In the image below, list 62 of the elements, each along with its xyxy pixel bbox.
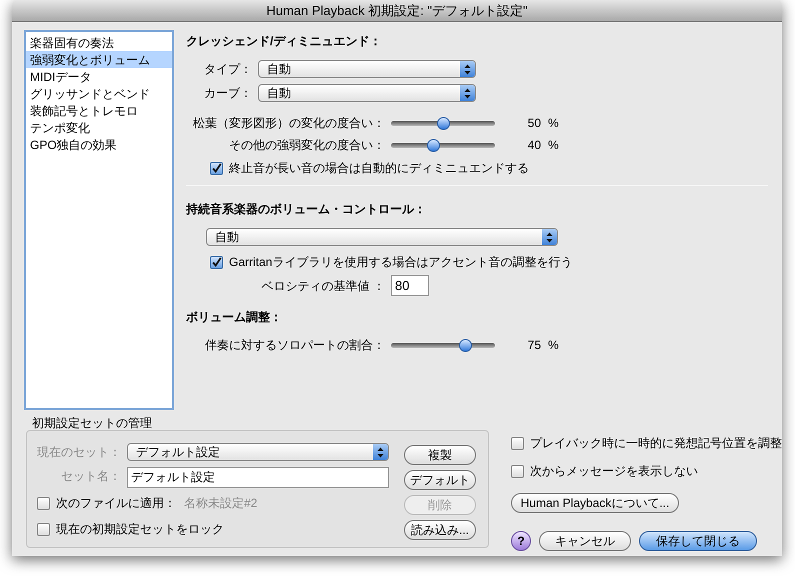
stepper-icon	[460, 85, 475, 101]
checkbox-label[interactable]: 次からメッセージを表示しない	[530, 462, 698, 480]
unit-label: %	[548, 115, 559, 132]
field-label: カーブ：	[203, 85, 253, 102]
slider-value: 50	[526, 115, 541, 132]
slider-label: その他の強弱変化の度合い：	[228, 137, 386, 154]
dropdown[interactable]: 自動	[258, 84, 476, 102]
window-title: Human Playback 初期設定: "デフォルト設定"	[266, 2, 528, 20]
slider-label: 松葉（変形図形）の変化の度合い：	[192, 115, 386, 132]
stepper-icon	[460, 61, 475, 77]
sidebar-item[interactable]: テンポ変化	[26, 119, 172, 136]
checkbox-label[interactable]: 終止音が長い音の場合は自動的にディミニュエンドする	[229, 159, 529, 177]
slider[interactable]	[391, 116, 495, 130]
unit-label: %	[548, 337, 559, 354]
sidebar-item[interactable]: GPO独自の効果	[26, 136, 172, 153]
button[interactable]: 複製	[404, 445, 476, 465]
slider[interactable]	[391, 338, 495, 352]
checkbox-label[interactable]: Garritanライブラリを使用する場合はアクセント音の調整を行う	[229, 253, 572, 271]
checkbox[interactable]	[511, 464, 524, 478]
dropdown[interactable]: 自動	[258, 60, 476, 78]
file-name: 名称未設定#2	[184, 495, 258, 512]
checkbox-label[interactable]: プレイバック時に一時的に発想記号位置を調整	[530, 434, 782, 452]
section-heading: 持続音系楽器のボリューム・コントロール：	[186, 201, 427, 218]
checkbox[interactable]	[511, 436, 524, 450]
button[interactable]: キャンセル	[539, 531, 631, 551]
dropdown[interactable]: デフォルト設定	[127, 443, 389, 461]
slider-thumb[interactable]	[459, 338, 472, 352]
sidebar-item[interactable]: グリッサンドとベンド	[26, 85, 172, 102]
button[interactable]: 保存して閉じる	[639, 531, 757, 551]
sidebar-item[interactable]: 楽器固有の奏法	[26, 34, 172, 51]
sidebar-item[interactable]: MIDIデータ	[26, 68, 172, 85]
sidebar-item[interactable]: 装飾記号とトレモロ	[26, 102, 172, 119]
field-label: ベロシティの基準値 ：	[260, 278, 386, 294]
section-heading: ボリューム調整：	[186, 309, 283, 326]
checkbox[interactable]	[37, 496, 50, 510]
group-title: 初期設定セットの管理	[32, 415, 153, 430]
button[interactable]: Human Playbackについて...	[511, 493, 679, 513]
help-button[interactable]: ?	[511, 531, 531, 551]
field-label: タイプ：	[203, 61, 253, 78]
checkbox[interactable]	[37, 522, 50, 536]
slider-thumb[interactable]	[427, 138, 440, 152]
slider-value: 40	[526, 137, 541, 154]
stepper-icon	[542, 229, 557, 245]
field-label: 現在のセット：	[37, 444, 122, 461]
checkbox-label[interactable]: 次のファイルに適用：	[56, 494, 176, 512]
button[interactable]: デフォルト	[404, 470, 476, 490]
section-heading: クレッシェンド/ディミニュエンド：	[186, 33, 382, 50]
slider-label: 伴奏に対するソロパートの割合：	[204, 337, 386, 354]
input-field[interactable]: 80	[391, 275, 429, 296]
slider-thumb[interactable]	[436, 116, 450, 130]
slider-value: 75	[526, 337, 541, 354]
checkbox-label[interactable]: 現在の初期設定セットをロック	[56, 520, 224, 538]
button[interactable]: 読み込み...	[404, 520, 476, 540]
input-field[interactable]: デフォルト設定	[127, 467, 389, 488]
checkbox[interactable]	[210, 162, 223, 174]
slider[interactable]	[391, 138, 495, 152]
field-label: セット名：	[60, 468, 122, 485]
dropdown[interactable]: 自動	[206, 228, 558, 246]
sidebar-item[interactable]: 強弱変化とボリューム	[26, 51, 172, 68]
checkbox[interactable]	[210, 256, 223, 268]
stepper-icon	[373, 444, 388, 460]
unit-label: %	[548, 137, 559, 154]
